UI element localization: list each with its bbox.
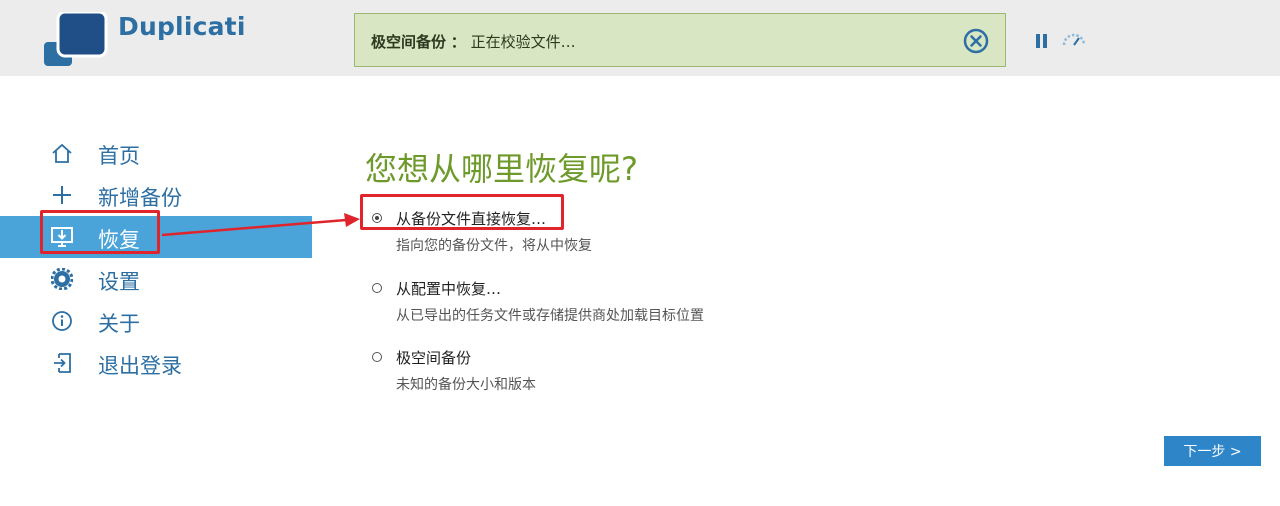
radio-button[interactable] [372, 283, 382, 293]
plus-icon [50, 183, 74, 207]
pause-icon[interactable] [1035, 33, 1049, 49]
close-circle-icon[interactable] [962, 27, 990, 55]
sidebar-item-label: 退出登录 [98, 354, 182, 378]
option-label[interactable]: 从配置中恢复… [396, 278, 501, 299]
sidebar-item-label: 设置 [98, 270, 140, 294]
info-icon [50, 309, 74, 333]
sidebar-item-home[interactable]: 首页 [0, 132, 312, 174]
annotation-highlight-restore [40, 210, 160, 254]
progress-status-box: 极空间备份 ： 正在校验文件… [354, 13, 1006, 67]
status-separator: ： [450, 33, 466, 51]
app-name[interactable]: Duplicati [118, 12, 246, 41]
logout-icon [50, 351, 74, 375]
option-description: 未知的备份大小和版本 [396, 377, 536, 393]
sidebar-item-label: 关于 [98, 312, 140, 336]
status-text: 极空间备份 ： 正在校验文件… [371, 31, 576, 52]
gear-icon [50, 267, 74, 291]
top-bar: Duplicati 极空间备份 ： 正在校验文件… [0, 0, 1280, 76]
sidebar-item-logout[interactable]: 退出登录 [0, 342, 312, 384]
sidebar-item-about[interactable]: 关于 [0, 300, 312, 342]
sidebar-nav: 首页 新增备份 恢复 设置 关于 退出登录 [0, 132, 312, 384]
option-label[interactable]: 极空间备份 [396, 347, 471, 368]
speed-gauge-icon[interactable] [1060, 30, 1088, 48]
duplicati-logo[interactable] [42, 12, 112, 68]
annotation-arrow [161, 213, 360, 237]
option-label[interactable]: 从备份文件直接恢复… [396, 208, 546, 229]
sidebar-item-settings[interactable]: 设置 [0, 258, 312, 300]
home-icon [50, 141, 74, 165]
status-message: 正在校验文件… [470, 33, 576, 51]
option-description: 从已导出的任务文件或存储提供商处加载目标位置 [396, 308, 704, 324]
next-button[interactable]: 下一步 > [1164, 436, 1261, 466]
status-backup-name: 极空间备份 [371, 33, 447, 51]
sidebar-item-label: 首页 [98, 144, 140, 168]
radio-button[interactable] [372, 213, 382, 223]
option-description: 指向您的备份文件，将从中恢复 [396, 238, 592, 254]
radio-button[interactable] [372, 352, 382, 362]
page-title: 您想从哪里恢复呢? [365, 150, 638, 188]
